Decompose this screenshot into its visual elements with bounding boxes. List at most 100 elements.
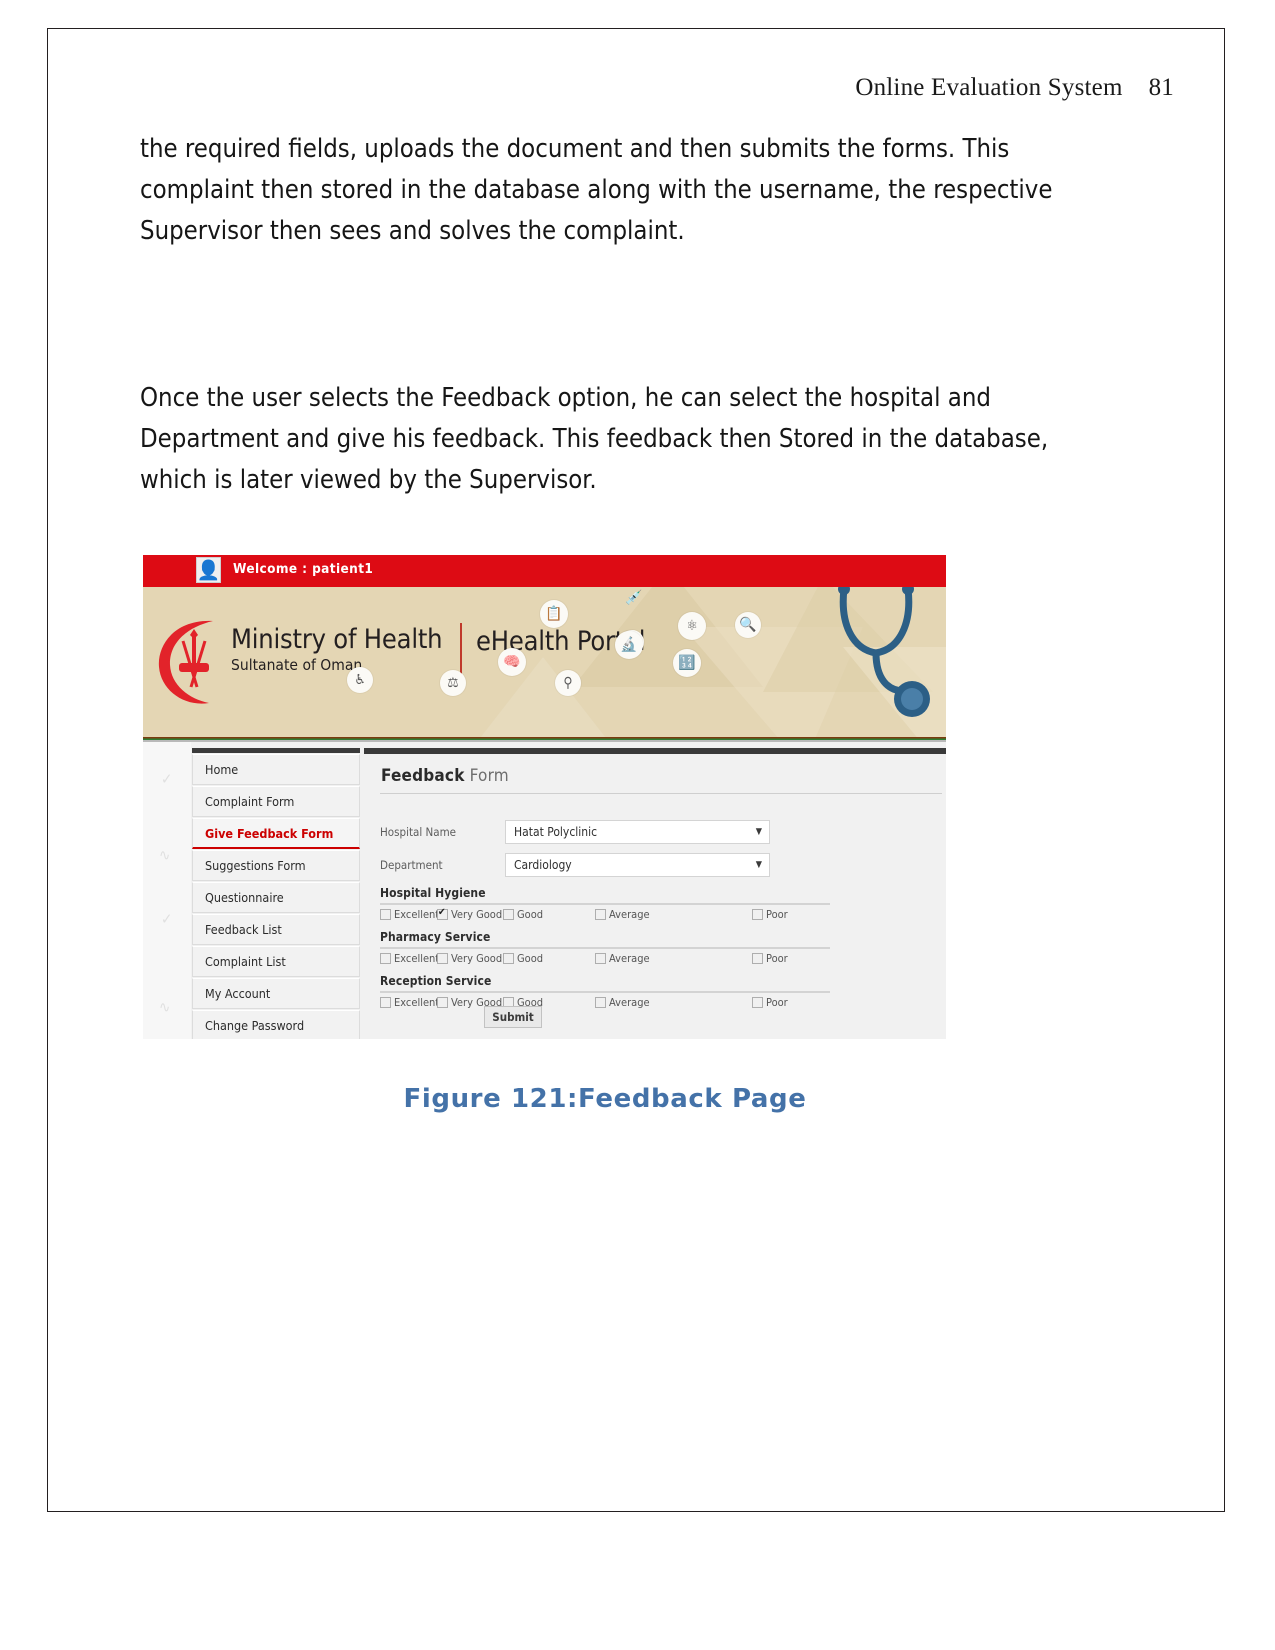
field-label-department: Department	[380, 858, 443, 872]
running-header-title: Online Evaluation System	[855, 74, 1123, 101]
rating-option-good[interactable]: Good	[503, 952, 543, 965]
body-paragraph-1: the required fields, uploads the documen…	[140, 134, 1053, 246]
rating-option-excellent[interactable]: Excellent	[380, 908, 439, 921]
watermark-mark: ✓	[161, 770, 173, 788]
sidebar-item-label: Suggestions Form	[205, 858, 306, 873]
chevron-down-icon: ▼	[755, 860, 762, 870]
rating-option-label: Excellent	[394, 908, 440, 921]
checkbox-very-good[interactable]	[437, 997, 448, 1008]
sidebar-top-accent	[192, 748, 360, 753]
page-title-light: Form	[464, 766, 509, 786]
checkbox-very-good[interactable]	[437, 907, 448, 920]
ministry-line-2: Sultanate of Oman	[231, 656, 363, 674]
rating-option-label: Poor	[766, 996, 788, 1009]
watermark-mark: ✓	[161, 910, 173, 928]
sidebar-item-label: Complaint Form	[205, 794, 295, 809]
rating-option-poor[interactable]: Poor	[752, 996, 788, 1009]
wheelchair-icon: ♿	[347, 667, 373, 693]
feedback-page-screenshot: 👤 Welcome : patient1 Ministry of Health …	[143, 555, 946, 1039]
checkbox-poor[interactable]	[752, 953, 763, 964]
rating-group-hospital-hygiene: Hospital Hygiene Excellent Very Good	[380, 886, 942, 923]
atom-icon: ⚛	[678, 612, 706, 640]
rating-option-poor[interactable]: Poor	[752, 952, 788, 965]
form-title-rule	[380, 793, 942, 794]
rating-option-label: Average	[609, 952, 650, 965]
checkbox-poor[interactable]	[752, 997, 763, 1008]
checkbox-average[interactable]	[595, 997, 606, 1008]
rating-group-rule	[380, 903, 830, 905]
rating-options-row: Excellent Very Good Good Average	[380, 996, 942, 1011]
field-row-department: Department Cardiology ▼	[380, 853, 942, 877]
rating-option-label: Good	[517, 952, 544, 965]
rating-option-poor[interactable]: Poor	[752, 908, 788, 921]
sidebar-item-label: Home	[205, 762, 239, 777]
hospital-name-value: Hatat Polyclinic	[514, 825, 598, 839]
checkbox-poor[interactable]	[752, 909, 763, 920]
watermark-mark: ∿	[159, 998, 171, 1016]
rating-group-pharmacy-service: Pharmacy Service Excellent Very Good Goo…	[380, 930, 942, 967]
rating-option-average[interactable]: Average	[595, 908, 650, 921]
rating-options-row: Excellent Very Good Good Average	[380, 907, 942, 923]
rating-option-label: Very Good	[451, 952, 503, 965]
rating-option-very-good[interactable]: Very Good	[437, 952, 502, 965]
checkbox-excellent[interactable]	[380, 909, 391, 920]
sidebar-item-change-password[interactable]: Change Password	[192, 1010, 360, 1039]
sidebar-item-label: Give Feedback Form	[205, 825, 334, 841]
rating-option-label: Excellent	[394, 952, 440, 965]
rating-group-rule	[380, 947, 830, 949]
rating-group-title: Pharmacy Service	[380, 930, 491, 944]
department-value: Cardiology	[514, 858, 572, 872]
figure-caption: Figure 121:Feedback Page	[403, 1084, 807, 1114]
rating-option-very-good[interactable]: Very Good	[437, 907, 503, 921]
checkbox-excellent[interactable]	[380, 953, 391, 964]
portal-banner: Ministry of Health Sultanate of Oman eHe…	[143, 587, 946, 737]
rating-option-label: Excellent	[394, 996, 440, 1009]
field-label-hospital-name: Hospital Name	[380, 825, 457, 839]
checkbox-very-good[interactable]	[437, 953, 448, 964]
sidebar-item-complaint-list[interactable]: Complaint List	[192, 946, 360, 977]
rating-option-label: Average	[609, 908, 650, 921]
sidebar-item-feedback-list[interactable]: Feedback List	[192, 914, 360, 945]
submit-button[interactable]: Submit	[484, 1006, 542, 1028]
checkbox-excellent[interactable]	[380, 997, 391, 1008]
barcode-icon: 🔢	[673, 649, 701, 677]
checkbox-average[interactable]	[595, 953, 606, 964]
page-title-strong: Feedback	[381, 766, 465, 786]
department-select[interactable]: Cardiology ▼	[505, 853, 770, 877]
rating-group-title: Hospital Hygiene	[380, 886, 486, 900]
avatar: 👤	[196, 557, 221, 583]
portal-content: ✓ ∿ ✓ ∿ Home Complaint Form Give Feedbac…	[143, 742, 946, 1039]
sidebar-item-my-account[interactable]: My Account	[192, 978, 360, 1009]
rating-option-good[interactable]: Good	[503, 908, 543, 921]
ministry-line-1: Ministry of Health	[231, 624, 443, 655]
rating-option-label: Poor	[766, 908, 788, 921]
sidebar-item-suggestions-form[interactable]: Suggestions Form	[192, 850, 360, 881]
sidebar-item-questionnaire[interactable]: Questionnaire	[192, 882, 360, 913]
rating-option-label: Very Good	[451, 908, 503, 921]
molecule-icon: ⚖	[440, 670, 466, 696]
rating-option-average[interactable]: Average	[595, 996, 650, 1009]
portal-sidebar-menu[interactable]: Home Complaint Form Give Feedback Form S…	[192, 748, 360, 1039]
checkbox-good[interactable]	[503, 953, 514, 964]
checkbox-good[interactable]	[503, 909, 514, 920]
form-top-accent	[364, 748, 946, 754]
body-paragraph-2: Once the user selects the Feedback optio…	[140, 383, 1049, 495]
sidebar-item-complaint-form[interactable]: Complaint Form	[192, 786, 360, 817]
user-icon: 👤	[196, 559, 221, 582]
sidebar-item-give-feedback-form[interactable]: Give Feedback Form	[192, 818, 360, 849]
field-row-hospital-name: Hospital Name Hatat Polyclinic ▼	[380, 820, 942, 844]
banner-polygon-decor	[473, 657, 613, 737]
sidebar-item-home[interactable]: Home	[192, 754, 360, 785]
hospital-name-select[interactable]: Hatat Polyclinic ▼	[505, 820, 770, 844]
rating-group-title: Reception Service	[380, 974, 492, 988]
rating-option-excellent[interactable]: Excellent	[380, 952, 439, 965]
oman-national-emblem-icon	[158, 620, 213, 704]
feedback-form-panel: Feedback Form Hospital Name Hatat Polycl…	[364, 742, 946, 1039]
sidebar-item-label: Questionnaire	[205, 890, 284, 905]
rating-option-label: Average	[609, 996, 650, 1009]
rating-option-excellent[interactable]: Excellent	[380, 996, 439, 1009]
watermark-mark: ∿	[159, 846, 171, 864]
sidebar-item-label: Feedback List	[205, 922, 282, 937]
checkbox-average[interactable]	[595, 909, 606, 920]
rating-option-average[interactable]: Average	[595, 952, 650, 965]
